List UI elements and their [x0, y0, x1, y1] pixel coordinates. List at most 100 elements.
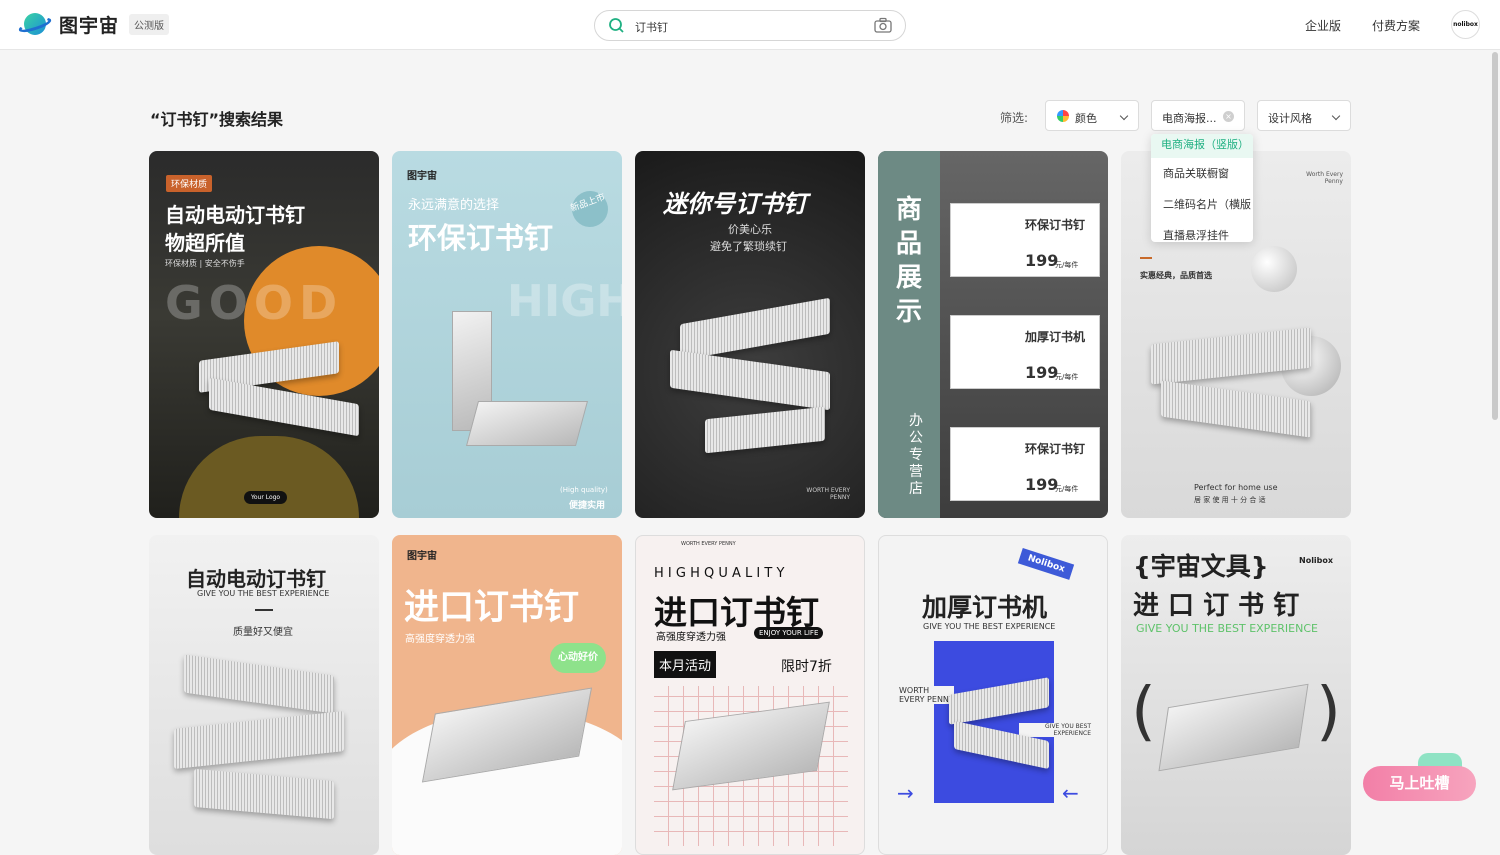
- dropdown-option[interactable]: 商品关联橱窗: [1151, 158, 1253, 189]
- card-footer: 便捷实用: [569, 501, 606, 511]
- product-item: 环保订书钉 199 元/每件: [950, 427, 1100, 501]
- chevron-down-icon: [1119, 111, 1129, 121]
- card-title: 物超所值: [165, 231, 245, 255]
- staple-image: [1161, 380, 1311, 438]
- card-title: 进口订书钉: [404, 588, 580, 628]
- price-unit: 元/每件: [1055, 373, 1079, 381]
- clear-icon[interactable]: ×: [1223, 111, 1234, 122]
- card-subtitle: 高强度穿透力强: [405, 634, 475, 645]
- product-box: [465, 401, 589, 446]
- template-card[interactable]: 自动电动订书钉 GIVE YOU THE BEST EXPERIENCE 质量好…: [149, 535, 379, 855]
- price-unit: 元/每件: [1055, 485, 1079, 493]
- bg-text: HIGH: [507, 276, 622, 327]
- template-card[interactable]: 图宇宙 永远满意的选择 环保订书钉 新品上市 HIGH (High qualit…: [392, 151, 622, 518]
- template-card[interactable]: WORTH EVERY PENNY H I G H Q U A L I T Y …: [635, 535, 865, 855]
- card-title: 环保订书钉: [408, 221, 554, 255]
- product-item: 环保订书钉 199 元/每件: [950, 203, 1100, 277]
- card-subtitle: GIVE YOU THE BEST EXPERIENCE: [923, 622, 1056, 631]
- feedback-button[interactable]: 马上吐槽: [1363, 766, 1476, 801]
- color-filter-label: 颜色: [1075, 112, 1097, 125]
- product-name: 环保订书钉: [1025, 218, 1086, 232]
- staple-image: [174, 711, 344, 769]
- card-subtitle: 环保材质 | 安全不伤手: [165, 259, 245, 268]
- card-subtitle: 质量好又便宜: [233, 627, 293, 638]
- page-scrollbar[interactable]: [1492, 52, 1498, 420]
- search-icon: [609, 18, 624, 33]
- accent-dash: [1140, 257, 1152, 259]
- dropdown-option[interactable]: 直播悬浮挂件: [1151, 220, 1253, 242]
- filter-label: 筛选:: [1000, 111, 1029, 125]
- avatar[interactable]: nolibox: [1451, 10, 1480, 39]
- arrow-right-icon: →: [897, 781, 914, 805]
- category-filter-label: 电商海报...: [1162, 112, 1217, 125]
- card-footer: (High quality): [560, 486, 608, 494]
- card-title: {宇宙文具}: [1133, 552, 1269, 581]
- staple-image: [680, 297, 830, 361]
- vertical-title: 商品展示: [896, 195, 923, 327]
- card-title: 自动电动订书钉: [186, 567, 326, 591]
- product-name: 环保订书钉: [1025, 442, 1086, 456]
- card-subtitle: 价美心乐: [728, 223, 772, 236]
- brand-label: Nolibox: [1299, 556, 1334, 565]
- template-card[interactable]: 图宇宙 进口订书钉 高强度穿透力强 心动好价: [392, 535, 622, 855]
- card-title: 自动电动订书钉: [165, 203, 305, 227]
- event-label: 本月活动: [654, 651, 717, 678]
- brand-label: 图宇宙: [407, 551, 437, 562]
- search-query: 订书钉: [635, 21, 668, 34]
- divider: [255, 609, 273, 611]
- template-card[interactable]: 迷你号订书钉 价美心乐 避免了繁琐续钉 WORTH EVERY PENNY: [635, 151, 865, 518]
- style-filter-label: 设计风格: [1268, 112, 1312, 125]
- worth-text: WORTH EVERY PENNY: [899, 686, 954, 704]
- card-subtitle: GIVE YOU THE BEST EXPERIENCE: [197, 589, 330, 598]
- border-text: WORTH EVERY PENNY: [681, 541, 736, 547]
- product-price: 199: [1025, 251, 1059, 270]
- staple-image: [194, 768, 334, 820]
- logo[interactable]: 图宇宙 公测版: [17, 10, 170, 38]
- material-badge: 环保材质: [166, 175, 213, 192]
- template-card[interactable]: 环保材质 自动电动订书钉 物超所值 环保材质 | 安全不伤手 GOOD Your…: [149, 151, 379, 518]
- pedestal: [179, 436, 359, 518]
- category-dropdown: 电商海报（竖版） 商品关联橱窗 二维码名片（横版 直播悬浮挂件: [1151, 134, 1253, 242]
- product-item: 加厚订书机 199 元/每件: [950, 315, 1100, 389]
- staple-image: [705, 406, 825, 454]
- hang-tag: Nolibox: [1017, 547, 1075, 581]
- color-filter[interactable]: 颜色: [1045, 100, 1139, 131]
- card-subtitle: GIVE YOU THE BEST EXPERIENCE: [1136, 622, 1318, 635]
- card-title: 迷你号订书钉: [663, 190, 807, 218]
- nav-pricing[interactable]: 付费方案: [1372, 17, 1420, 34]
- bg-text: GOOD: [165, 276, 344, 330]
- template-card[interactable]: {宇宙文具} Nolibox 进 口 订 书 钉 GIVE YOU THE BE…: [1121, 535, 1351, 855]
- style-filter[interactable]: 设计风格: [1257, 100, 1351, 131]
- enjoy-badge: ENJOY YOUR LIFE: [754, 627, 824, 639]
- vertical-subtitle: 办公专营店: [909, 413, 923, 497]
- product-name: 加厚订书机: [1025, 330, 1086, 344]
- card-footer: 居 家 使 用 十 分 合 适: [1194, 496, 1266, 504]
- card-subtitle: 实惠经典，品质首选: [1140, 271, 1212, 280]
- new-stamp: 新品上市: [566, 185, 614, 233]
- paren-right: ): [1316, 675, 1341, 749]
- staple-image: [670, 349, 830, 411]
- template-card[interactable]: Nolibox 加厚订书机 GIVE YOU THE BEST EXPERIEN…: [878, 535, 1108, 855]
- brand-label: 图宇宙: [407, 171, 437, 182]
- search-input[interactable]: 订书钉: [594, 10, 906, 41]
- category-filter[interactable]: 电商海报... ×: [1151, 100, 1245, 131]
- product-price: 199: [1025, 475, 1059, 494]
- quality-text: H I G H Q U A L I T Y: [654, 566, 785, 581]
- color-wheel-icon: [1057, 110, 1069, 122]
- card-title: 加厚订书机: [922, 593, 1048, 622]
- paren-left: (: [1131, 675, 1156, 749]
- template-card[interactable]: 商品展示 办公专营店 环保订书钉 199 元/每件 加厚订书机 199 元/每件…: [878, 151, 1108, 518]
- card-subtitle: 高强度穿透力强: [656, 632, 726, 643]
- dropdown-option[interactable]: 二维码名片（横版: [1151, 189, 1253, 220]
- discount-label: 限时7折: [781, 659, 832, 675]
- dropdown-option[interactable]: 电商海报（竖版）: [1151, 134, 1253, 158]
- card-title: 进 口 订 书 钉: [1133, 591, 1300, 621]
- card-footer: Perfect for home use: [1194, 483, 1278, 492]
- camera-icon[interactable]: [874, 17, 892, 34]
- beta-badge: 公测版: [129, 13, 170, 35]
- nav-enterprise[interactable]: 企业版: [1305, 17, 1341, 34]
- top-header: 图宇宙 公测版 订书钉 企业版 付费方案 nolibox: [0, 0, 1500, 50]
- staple-image: [184, 654, 334, 714]
- logo-badge: Your Logo: [244, 491, 288, 504]
- give-text: GIVE YOU BEST EXPERIENCE: [1019, 723, 1091, 737]
